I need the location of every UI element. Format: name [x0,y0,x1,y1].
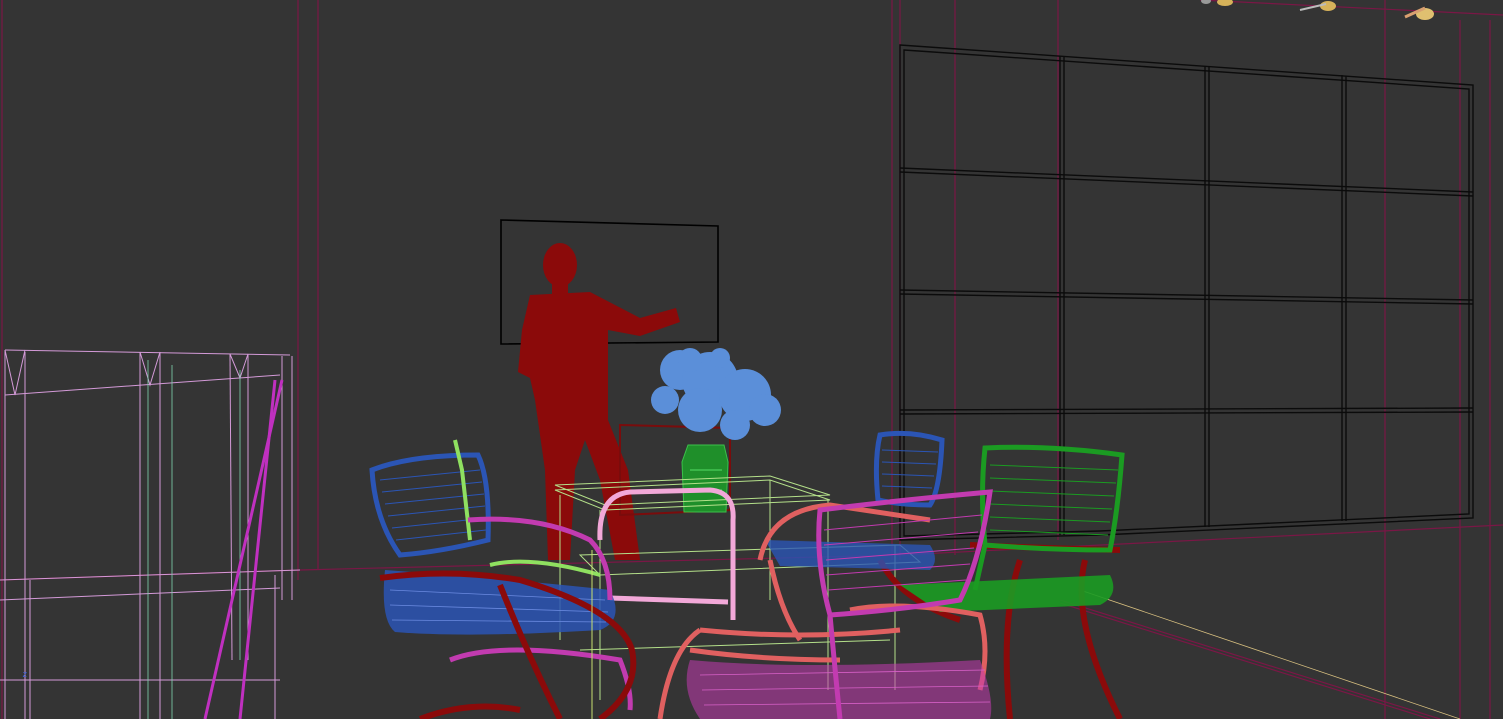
staircase-railing[interactable] [0,349,301,719]
wireframe-scene[interactable] [0,0,1503,719]
chair-blue-left[interactable] [369,452,616,635]
stair-stringer[interactable] [203,379,284,719]
3d-viewport[interactable]: z [0,0,1503,719]
gizmo-axis-z-label: z [22,670,28,680]
floor-guide-lines [1079,589,1461,719]
staircase-uprights-teal [147,360,241,719]
room-edges [0,0,1503,719]
chair-green-right[interactable] [900,444,1125,612]
